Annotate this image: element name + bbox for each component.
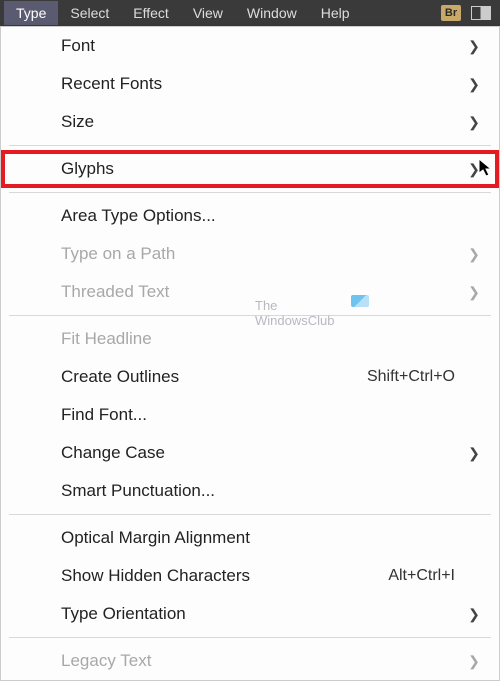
menubar-item-view[interactable]: View [181, 1, 235, 25]
menu-item-shortcut: Shift+Ctrl+O [367, 368, 455, 386]
menu-item-find-font[interactable]: Find Font... [1, 396, 499, 434]
menu-item-area-type-options[interactable]: Area Type Options... [1, 197, 499, 235]
menubar-item-window[interactable]: Window [235, 1, 309, 25]
menu-item-label: Size [61, 112, 467, 132]
chevron-right-icon: ❯ [467, 284, 481, 301]
chevron-right-icon: ❯ [467, 445, 481, 462]
menu-item-smart-punctuation[interactable]: Smart Punctuation... [1, 472, 499, 510]
menubar-item-help[interactable]: Help [309, 1, 362, 25]
menu-item-size[interactable]: Size❯ [1, 103, 499, 141]
menu-item-label: Glyphs [61, 159, 467, 179]
menu-item-font[interactable]: Font❯ [1, 27, 499, 65]
menu-separator [9, 514, 491, 515]
menu-item-legacy-text: Legacy Text❯ [1, 642, 499, 680]
type-menu-dropdown: The WindowsClub Font❯Recent Fonts❯Size❯G… [0, 26, 500, 681]
chevron-right-icon: ❯ [467, 653, 481, 670]
chevron-right-icon: ❯ [467, 38, 481, 55]
menu-item-label: Type on a Path [61, 244, 467, 264]
menu-item-label: Create Outlines [61, 367, 367, 387]
menu-item-label: Smart Punctuation... [61, 481, 467, 501]
menu-item-label: Recent Fonts [61, 74, 467, 94]
menu-separator [9, 637, 491, 638]
menu-item-label: Change Case [61, 443, 467, 463]
menu-item-label: Font [61, 36, 467, 56]
menubar-item-type[interactable]: Type [4, 1, 58, 25]
menu-item-threaded-text: Threaded Text❯ [1, 273, 499, 311]
menu-item-label: Show Hidden Characters [61, 566, 388, 586]
menu-item-label: Find Font... [61, 405, 467, 425]
menu-item-label: Area Type Options... [61, 206, 467, 226]
chevron-right-icon: ❯ [467, 246, 481, 263]
menubar: TypeSelectEffectViewWindowHelp Br [0, 0, 500, 26]
bridge-icon[interactable]: Br [440, 2, 462, 24]
chevron-right-icon: ❯ [467, 76, 481, 93]
menu-item-optical-margin-alignment[interactable]: Optical Margin Alignment [1, 519, 499, 557]
menu-item-label: Fit Headline [61, 329, 467, 349]
menu-item-show-hidden-characters[interactable]: Show Hidden CharactersAlt+Ctrl+I [1, 557, 499, 595]
menu-item-glyphs[interactable]: Glyphs❯ [1, 150, 499, 188]
menu-item-change-case[interactable]: Change Case❯ [1, 434, 499, 472]
menu-separator [9, 315, 491, 316]
menu-item-create-outlines[interactable]: Create OutlinesShift+Ctrl+O [1, 358, 499, 396]
menu-item-label: Type Orientation [61, 604, 467, 624]
menu-separator [9, 145, 491, 146]
chevron-right-icon: ❯ [467, 606, 481, 623]
menu-item-type-orientation[interactable]: Type Orientation❯ [1, 595, 499, 633]
workspace-panel-icon[interactable] [470, 2, 492, 24]
menu-item-recent-fonts[interactable]: Recent Fonts❯ [1, 65, 499, 103]
chevron-right-icon: ❯ [467, 161, 481, 178]
menu-item-label: Threaded Text [61, 282, 467, 302]
menu-item-fit-headline: Fit Headline [1, 320, 499, 358]
menu-item-label: Optical Margin Alignment [61, 528, 467, 548]
menu-item-shortcut: Alt+Ctrl+I [388, 567, 455, 585]
menu-item-label: Legacy Text [61, 651, 467, 671]
menubar-item-select[interactable]: Select [58, 1, 121, 25]
menubar-item-effect[interactable]: Effect [121, 1, 181, 25]
menu-separator [9, 192, 491, 193]
menu-item-type-on-a-path: Type on a Path❯ [1, 235, 499, 273]
chevron-right-icon: ❯ [467, 114, 481, 131]
